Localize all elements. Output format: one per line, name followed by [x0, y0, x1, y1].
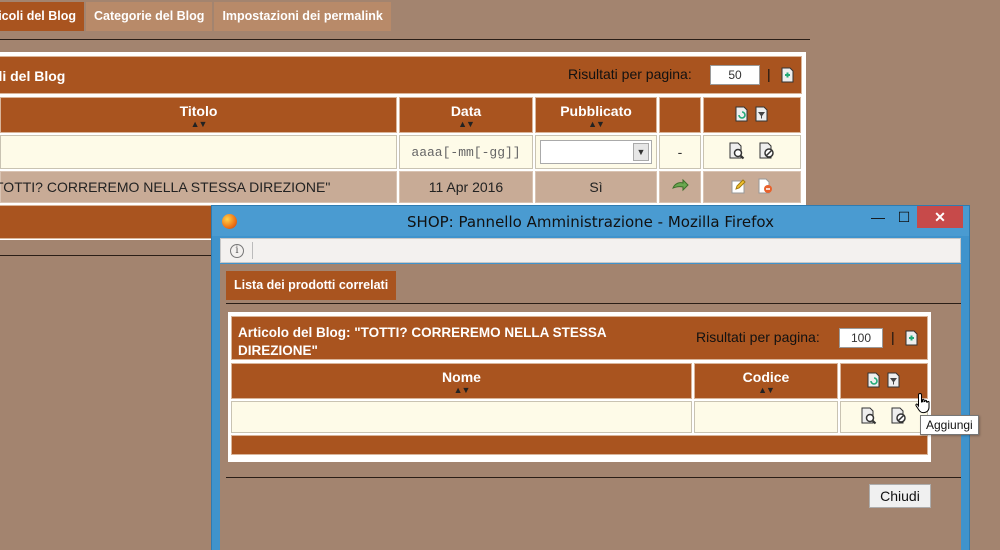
column-pubblicato[interactable]: Pubblicato ▲▼ — [535, 97, 657, 133]
search-icon[interactable] — [859, 406, 879, 429]
filter-actions-cell — [703, 135, 801, 169]
sort-arrows-icon[interactable]: ▲▼ — [1, 119, 396, 129]
close-window-button[interactable]: ✕ — [917, 206, 963, 228]
chevron-down-icon: ▼ — [633, 143, 649, 161]
url-bar[interactable]: i — [220, 238, 961, 263]
column-link — [659, 97, 701, 133]
delete-icon[interactable] — [757, 178, 773, 197]
results-per-page-input[interactable] — [839, 328, 883, 348]
tab-articoli-blog[interactable]: Articoli del Blog — [0, 2, 84, 31]
tab-permalink-settings[interactable]: Impostazioni dei permalink — [214, 2, 391, 31]
clear-filter-icon[interactable] — [757, 141, 777, 164]
published-filter-select[interactable]: ▼ — [540, 140, 652, 164]
separator: | — [891, 329, 895, 345]
results-per-page-input[interactable] — [710, 65, 760, 85]
divider — [252, 242, 253, 259]
row-date: 11 Apr 2016 — [399, 171, 533, 203]
link-filter-cell: - — [659, 135, 701, 169]
sort-arrows-icon[interactable]: ▲▼ — [536, 119, 656, 129]
tab-prodotti-correlati[interactable]: Lista dei prodotti correlati — [226, 271, 397, 300]
row-actions — [703, 171, 801, 203]
window-titlebar[interactable]: SHOP: Pannello Amministrazione - Mozilla… — [212, 206, 969, 236]
info-icon[interactable]: i — [230, 244, 244, 258]
related-products-table-header: Nome ▲▼ Codice ▲▼ — [231, 363, 930, 399]
table-row[interactable]: TOTTI? CORREREMO NELLA STESSA DIREZIONE"… — [0, 171, 803, 203]
divider — [0, 39, 810, 40]
add-icon[interactable] — [900, 327, 922, 349]
row-title: TOTTI? CORREREMO NELLA STESSA DIREZIONE" — [0, 171, 397, 203]
articles-filter-row: aaaa[-mm[-gg]] ▼ - — [0, 135, 803, 169]
window-title: SHOP: Pannello Amministrazione - Mozilla… — [407, 213, 774, 231]
firefox-popup-window: SHOP: Pannello Amministrazione - Mozilla… — [211, 205, 979, 550]
related-products-header: Articolo del Blog: "TOTTI? CORREREMO NEL… — [231, 316, 928, 360]
search-icon[interactable] — [727, 141, 747, 164]
panel-title: Articoli del Blog — [0, 68, 66, 84]
maximize-button[interactable]: ☐ — [889, 206, 919, 228]
filter-icon[interactable] — [754, 105, 770, 126]
name-filter-input[interactable] — [231, 401, 692, 433]
code-filter-input[interactable] — [694, 401, 838, 433]
column-titolo[interactable]: Titolo ▲▼ — [0, 97, 397, 133]
hand-cursor-icon — [914, 392, 932, 414]
title-filter-input[interactable] — [0, 135, 397, 169]
sort-arrows-icon[interactable]: ▲▼ — [400, 119, 532, 129]
date-filter-input[interactable]: aaaa[-mm[-gg]] — [399, 135, 533, 169]
panel-title: Articolo del Blog: "TOTTI? CORREREMO NEL… — [238, 325, 607, 358]
link-arrow-icon[interactable] — [671, 178, 689, 196]
related-products-filter-row — [231, 401, 930, 433]
divider — [226, 303, 961, 304]
sort-arrows-icon[interactable]: ▲▼ — [232, 385, 691, 395]
articles-panel-header: Articoli del Blog Risultati per pagina: … — [0, 56, 802, 94]
related-products-panel: Articolo del Blog: "TOTTI? CORREREMO NEL… — [228, 312, 931, 462]
popup-content: Lista dei prodotti correlati Articolo de… — [220, 264, 979, 550]
separator: | — [767, 66, 771, 82]
tab-categorie-blog[interactable]: Categorie del Blog — [86, 2, 213, 31]
refresh-icon[interactable] — [866, 371, 882, 392]
blog-tabs: Articoli del Blog Categorie del Blog Imp… — [0, 2, 393, 31]
divider — [0, 255, 215, 256]
articles-table-header: Titolo ▲▼ Data ▲▼ Pubblicato ▲▼ — [0, 97, 803, 133]
results-per-page-label: Risultati per pagina: — [568, 66, 692, 82]
refresh-icon[interactable] — [734, 105, 750, 126]
column-actions — [703, 97, 801, 133]
add-icon[interactable] — [776, 64, 798, 86]
row-link-cell — [659, 171, 701, 203]
divider — [226, 477, 961, 478]
tooltip: Aggiungi — [920, 415, 979, 435]
related-products-footer — [231, 435, 928, 455]
sort-arrows-icon[interactable]: ▲▼ — [695, 385, 837, 395]
clear-filter-icon[interactable] — [889, 406, 909, 429]
column-data[interactable]: Data ▲▼ — [399, 97, 533, 133]
column-codice[interactable]: Codice ▲▼ — [694, 363, 838, 399]
row-published: Sì — [535, 171, 657, 203]
close-button[interactable]: Chiudi — [869, 484, 931, 508]
edit-icon[interactable] — [731, 178, 747, 197]
published-filter-cell: ▼ — [535, 135, 657, 169]
filter-icon[interactable] — [886, 371, 902, 392]
results-per-page-label: Risultati per pagina: — [696, 329, 820, 345]
column-nome[interactable]: Nome ▲▼ — [231, 363, 692, 399]
